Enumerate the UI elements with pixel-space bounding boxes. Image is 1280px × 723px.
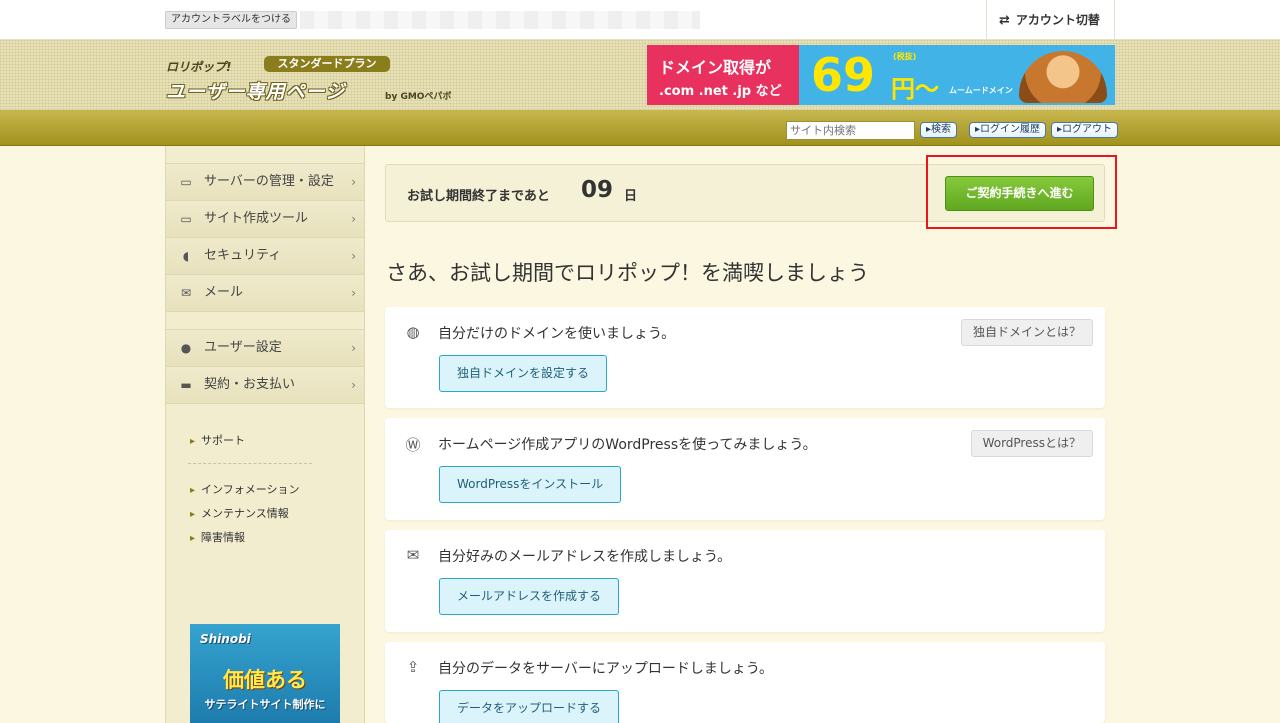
card-upload: ⇪ 自分のデータをサーバーにアップロードしましょう。 データをアップロードする — [385, 642, 1105, 723]
chevron-right-icon: › — [351, 286, 356, 300]
switch-arrows-icon: ⇄ — [999, 13, 1010, 28]
card-text: 自分好みのメールアドレスを作成しましょう。 — [438, 549, 732, 565]
banner-line2: .com .net .jp など — [659, 84, 782, 99]
logo-user-page[interactable]: ユーザー専用ページ — [166, 77, 345, 104]
account-switch-label: アカウント切替 — [1015, 13, 1100, 27]
sidebar-item-label: メール — [204, 285, 244, 300]
sidebar: ▭ サーバーの管理・設定 › ▭ サイト作成ツール › ◖ セキュリティ › ✉… — [165, 146, 365, 723]
card-wordpress: Ⓦ ホームページ作成アプリのWordPressを使ってみましょう。 WordPr… — [385, 418, 1105, 520]
plan-badge: スタンダードプラン — [264, 56, 390, 72]
credit-card-icon: ▬ — [180, 378, 192, 392]
server-icon: ▭ — [180, 175, 192, 189]
what-is-domain-button[interactable]: 独自ドメインとは？ — [960, 319, 1093, 346]
sidebar-divider — [188, 463, 312, 464]
chevron-right-icon: › — [351, 341, 356, 355]
chevron-right-icon: › — [351, 212, 356, 226]
banner-brand: ムームードメイン — [949, 86, 1013, 95]
user-icon: ● — [180, 341, 192, 355]
sidebar-link-information[interactable]: インフォメーション — [190, 481, 299, 497]
mail-icon: ✉ — [180, 286, 192, 300]
card-domain: ◍ 自分だけのドメインを使いましょう。 独自ドメインとは？ 独自ドメインを設定す… — [385, 307, 1105, 408]
trial-days-unit: 日 — [624, 189, 638, 204]
ad-brand: Shinobi — [200, 632, 251, 646]
sidebar-link-maintenance[interactable]: メンテナンス情報 — [190, 505, 289, 521]
sidebar-item-contract[interactable]: ▬ 契約・お支払い › — [166, 367, 364, 404]
shinobi-ad-banner[interactable]: Shinobi 価値ある サテライトサイト制作に — [190, 624, 340, 723]
globe-icon: ◍ — [406, 323, 420, 341]
card-text: 自分のデータをサーバーにアップロードしましょう。 — [438, 661, 774, 677]
sidebar-link-failure[interactable]: 障害情報 — [190, 529, 245, 545]
banner-line1: ドメイン取得が — [659, 58, 772, 77]
login-history-button[interactable]: ▸ログイン履歴 — [969, 122, 1047, 138]
chevron-right-icon: › — [351, 175, 356, 189]
ad-sub: サテライトサイト制作に — [204, 698, 326, 711]
sidebar-item-site-tools[interactable]: ▭ サイト作成ツール › — [166, 201, 364, 238]
sidebar-item-label: 契約・お支払い — [204, 377, 296, 392]
login-history-label: ログイン履歴 — [980, 124, 1041, 135]
card-mail: ✉ 自分好みのメールアドレスを作成しましょう。 メールアドレスを作成する — [385, 530, 1105, 632]
sidebar-item-security[interactable]: ◖ セキュリティ › — [166, 238, 364, 275]
set-domain-button[interactable]: 独自ドメインを設定する — [439, 355, 608, 392]
sidebar-item-label: サイト作成ツール — [204, 211, 309, 226]
sidebar-item-label: ユーザー設定 — [204, 340, 282, 355]
top-bar: アカウントラベルをつける ⇄ アカウント切替 — [0, 0, 1280, 40]
laptop-icon: ▭ — [180, 212, 192, 226]
sidebar-item-mail[interactable]: ✉ メール › — [166, 275, 364, 312]
highlight-frame — [926, 155, 1117, 229]
search-button-label: 検索 — [931, 124, 952, 135]
page-title: さあ、お試し期間でロリポップ！を満喫しましょう — [386, 261, 869, 285]
sidebar-top-spacer — [166, 146, 364, 164]
install-wordpress-button[interactable]: WordPressをインストール — [439, 466, 622, 503]
account-label-button[interactable]: アカウントラベルをつける — [165, 11, 297, 29]
chevron-right-icon: › — [351, 249, 356, 263]
search-button[interactable]: ▸検索 — [920, 122, 958, 138]
domain-ad-banner[interactable]: ドメイン取得が .com .net .jp など 69 (税抜) 円〜 ムームー… — [647, 45, 1115, 105]
logout-label: ログアウト — [1062, 124, 1113, 135]
upload-data-button[interactable]: データをアップロードする — [439, 690, 620, 723]
what-is-wordpress-button[interactable]: WordPressとは？ — [970, 430, 1093, 457]
card-text: ホームページ作成アプリのWordPressを使ってみましょう。 — [438, 437, 817, 453]
sidebar-item-label: サーバーの管理・設定 — [204, 174, 334, 189]
sidebar-gap — [166, 312, 364, 330]
banner-yen: 円〜 — [891, 75, 939, 103]
sidebar-item-server[interactable]: ▭ サーバーの管理・設定 › — [166, 164, 364, 201]
account-switch-button[interactable]: ⇄ アカウント切替 — [986, 0, 1115, 40]
chevron-right-icon: › — [351, 378, 356, 392]
logout-button[interactable]: ▸ログアウト — [1051, 122, 1119, 138]
banner-price: 69 — [811, 48, 876, 102]
sidebar-link-support[interactable]: サポート — [190, 432, 245, 448]
card-text: 自分だけのドメインを使いましょう。 — [438, 326, 676, 342]
sidebar-item-user-settings[interactable]: ● ユーザー設定 › — [166, 330, 364, 367]
shield-icon: ◖ — [182, 249, 190, 263]
trial-days-remaining: 09 — [581, 177, 614, 203]
envelope-icon: ✉ — [406, 546, 420, 564]
wordpress-icon: Ⓦ — [405, 436, 421, 454]
trial-text: お試し期間終了まであと — [407, 189, 550, 204]
sidebar-item-label: セキュリティ — [204, 248, 282, 263]
masked-account-name — [300, 11, 700, 29]
logo-by-gmo: by GMOペパボ — [385, 92, 452, 102]
create-mail-address-button[interactable]: メールアドレスを作成する — [439, 578, 620, 615]
nav-band: ▸検索 ▸ログイン履歴 ▸ログアウト — [0, 110, 1280, 146]
banner-tax: (税抜) — [893, 52, 917, 61]
logo-lolipop[interactable]: ロリポップ! — [166, 58, 231, 75]
ad-headline: 価値ある — [223, 668, 307, 692]
banner-left-panel: ドメイン取得が .com .net .jp など — [647, 45, 799, 105]
upload-icon: ⇪ — [406, 658, 420, 676]
site-search-input[interactable] — [786, 121, 915, 140]
